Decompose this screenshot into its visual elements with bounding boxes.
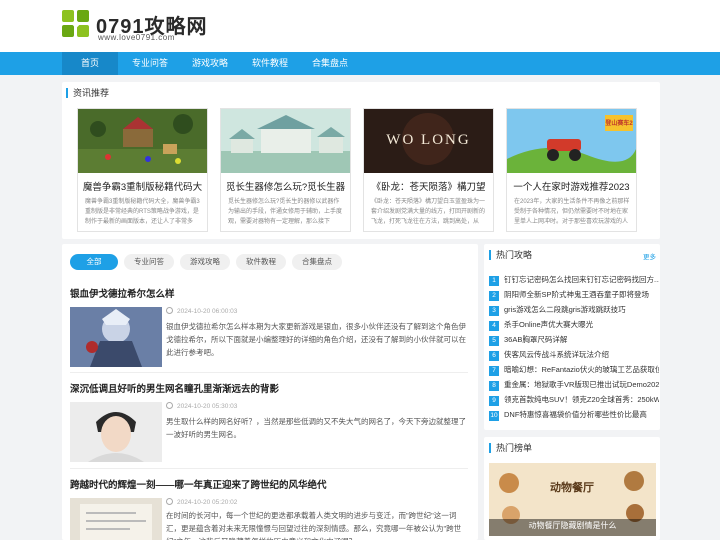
nav-item-collections[interactable]: 合集盘点 <box>301 52 359 75</box>
article-thumbnail[interactable] <box>70 402 162 462</box>
recommend-image-hill-climb: 登山赛车2 <box>507 109 636 173</box>
recommend-card-desc: 在2023年，大家的生活条件不再像之前那样受制于各种情况，但仍然需要时不时地在家… <box>514 199 630 225</box>
article-divider <box>70 372 468 373</box>
tab-qa[interactable]: 专业问答 <box>124 254 174 270</box>
article-desc: 在时间的长河中，每一个世纪的更迭都承载着人类文明的进步与变迁，而"跨世纪"这一词… <box>166 511 462 540</box>
logo-url: www.love0791.com <box>98 33 175 42</box>
hill-climb-logo-text: 登山赛车2 <box>605 121 633 127</box>
article-date: 2024-10-20 06:00:03 <box>166 307 237 315</box>
recommend-card-title: 魔兽争霸3重制版秘籍代码大 <box>82 182 203 193</box>
hot-item[interactable]: 6 侠客风云传战斗系统详玩法介绍 <box>489 349 659 364</box>
recommend-title: 资讯推荐 <box>66 88 109 98</box>
recommend-card-title: 《卧龙：苍天陨落》構刀望 <box>371 182 486 193</box>
tab-software[interactable]: 软件教程 <box>236 254 286 270</box>
article-title[interactable]: 跨越时代的辉煌一刻——哪一年真正迎来了跨世纪的风华绝代 <box>70 477 327 491</box>
wolong-logo-text: WO LONG <box>386 132 471 148</box>
recommend-card[interactable]: 魔兽争霸3重制版秘籍代码大 魔兽争霸3重制版秘籍代码大全，魔兽争霸3重制版是非常… <box>77 108 208 232</box>
tab-all[interactable]: 全部 <box>70 254 118 270</box>
recommend-image-wolong: WO LONG <box>364 109 493 173</box>
ranking-title: 热门榜单 <box>489 443 532 453</box>
article-desc: 男生取什么样的网名好听？，当然是那些低调的又不失大气的网名了，今天下旁边就整理了… <box>166 417 466 439</box>
article-date: 2024-10-20 05:20:02 <box>166 498 237 506</box>
ranking-image-logo: 动物餐厅 <box>550 482 594 494</box>
article-thumbnail[interactable] <box>70 498 162 540</box>
hot-guides-title: 热门攻略 <box>489 250 532 260</box>
tab-game-guides[interactable]: 游戏攻略 <box>180 254 230 270</box>
site-header: 0791攻略网 www.love0791.com <box>0 0 720 52</box>
article-title[interactable]: 深沉低调且好听的男生网名瞳孔里渐渐远去的背影 <box>70 381 279 395</box>
nav-item-qa[interactable]: 专业问答 <box>121 52 179 75</box>
article-date-text: 2024-10-20 05:20:02 <box>177 499 238 506</box>
recommend-image-warcraft <box>78 109 207 173</box>
hot-more-link[interactable]: 更多 <box>643 251 656 261</box>
hot-item[interactable]: 7 暗喻幻想：ReFantazio伏火的玻璃工艺品获取位... <box>489 364 659 379</box>
hot-item[interactable]: 2 阴阳师全新SP阶式神鬼王酒吞童子即将登场 <box>489 289 659 304</box>
clock-icon <box>166 307 173 314</box>
tab-collections[interactable]: 合集盘点 <box>292 254 342 270</box>
recommend-card-desc: 魔兽争霸3重制版秘籍代码大全，魔兽争霸3重制版是非常经典的RTS策略战争游戏，是… <box>85 199 200 225</box>
article-desc: 银血伊戈德拉希尔怎么样本期为大家更新游戏是银血，很多小伙伴还没有了解到这个角色伊… <box>166 322 466 357</box>
hot-item[interactable]: 5 36AB胸罩尺码详解 <box>489 334 659 349</box>
ranking-feature-caption: 动物餐厅隐藏剧情是什么 <box>528 521 617 530</box>
article-date-text: 2024-10-20 05:30:03 <box>177 403 238 410</box>
hot-item[interactable]: 9 领克首款纯电SUV！领克Z20全球首秀：250kW... <box>489 394 659 409</box>
main-nav: 首页 专业问答 游戏攻略 软件教程 合集盘点 <box>0 52 720 75</box>
hot-item[interactable]: 1 钉钉忘记密码怎么找回来钉钉忘记密码找回方... <box>489 274 659 289</box>
recommend-card[interactable]: 登山赛车2 一个人在家时游戏推荐2023 在2023年，大家的生活条件不再像之前… <box>506 108 637 232</box>
hot-item[interactable]: 8 重金属：地狱歌手VR版现已推出试玩Demo202... <box>489 379 659 394</box>
recommend-card[interactable]: WO LONG 《卧龙：苍天陨落》構刀望 《卧龙：苍天陨落》構刀望白玉蓝盈珠为一… <box>363 108 494 232</box>
site-logo[interactable]: 0791攻略网 www.love0791.com <box>62 10 222 44</box>
article-date-text: 2024-10-20 06:00:03 <box>177 308 238 315</box>
recommend-card-desc: 觅长生器修怎么玩?觅长生的器修以武器作为输出的手段，伴通女修用于辅助，上手度观，… <box>228 199 343 225</box>
article-date: 2024-10-20 05:30:03 <box>166 402 237 410</box>
article-divider <box>70 468 468 469</box>
recommend-card-title: 一个人在家时游戏推荐2023 <box>513 182 630 193</box>
recommend-card-desc: 《卧龙：苍天陨落》構刀望白玉蓝盈珠为一套介绍发剧党满大量的线方，打回开剧新的飞龙… <box>371 199 486 225</box>
hot-item[interactable]: 3 gris游戏怎么二段跳gris游戏跳跃技巧 <box>489 304 659 319</box>
recommend-card[interactable]: 觅长生器修怎么玩?觅长生器 觅长生器修怎么玩?觅长生的器修以武器作为输出的手段，… <box>220 108 351 232</box>
clock-icon <box>166 402 173 409</box>
article-title[interactable]: 银血伊戈德拉希尔怎么样 <box>70 286 175 300</box>
hot-item[interactable]: 4 杀手Online声优大赛大曝光 <box>489 319 659 334</box>
recommend-card-title: 觅长生器修怎么玩?觅长生器 <box>225 182 346 193</box>
hot-item[interactable]: 10 DNF特惠惊喜福袋价值分析哪些性价比最高 <box>489 409 659 424</box>
clock-icon <box>166 498 173 505</box>
recommend-image-palace <box>221 109 350 173</box>
ranking-feature-image[interactable]: 动物餐厅 动物餐厅隐藏剧情是什么 <box>489 463 656 536</box>
article-thumbnail[interactable] <box>70 307 162 367</box>
nav-item-game-guides[interactable]: 游戏攻略 <box>181 52 239 75</box>
logo-leaf-icon <box>62 10 90 38</box>
nav-item-software[interactable]: 软件教程 <box>241 52 299 75</box>
nav-item-home[interactable]: 首页 <box>62 52 118 75</box>
